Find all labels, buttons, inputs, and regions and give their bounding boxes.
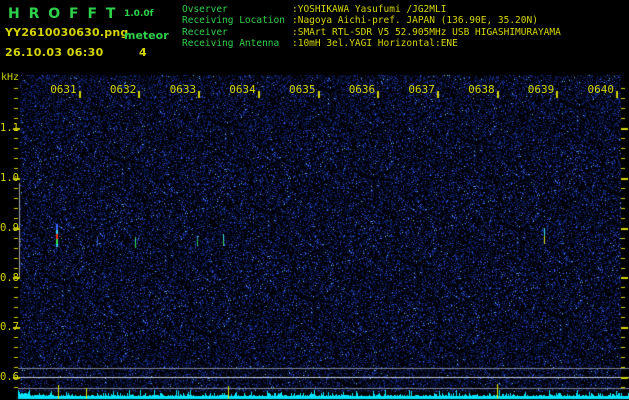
app-title: H R O F F T	[8, 6, 118, 22]
station-info-row: Receiving Location :Nagoya Aichi-pref. JA…	[182, 15, 561, 26]
freq-tick-label: 0.9	[0, 221, 19, 234]
freq-tick-label: 0.8	[0, 271, 19, 284]
time-tick-label: 0635	[289, 83, 316, 96]
time-tick-label: 0633	[169, 83, 197, 96]
time-tick-label: 0639	[527, 83, 555, 96]
station-info-row: Receiver :SMArt RTL-SDR V5 52.905MHz USB …	[182, 27, 561, 38]
station-info-label: Receiving Location	[182, 15, 285, 27]
station-info-value: :10mH 3el.YAGI Horizontal:ENE	[292, 37, 458, 49]
time-tick-label: 0640	[587, 83, 615, 96]
station-info-label: Ovserver	[182, 4, 228, 15]
mode-label: meteor	[124, 29, 169, 42]
station-info-label: Receiving Antenna	[182, 37, 280, 49]
time-tick-label: 0634	[229, 83, 256, 96]
freq-axis-unit-label: kHz	[1, 72, 20, 83]
time-tick-label: 0638	[468, 83, 495, 96]
meteor-count: 4	[139, 46, 147, 59]
freq-tick-label: 1.1	[0, 122, 19, 135]
spectrogram-canvas	[0, 0, 629, 400]
station-info-label: Receiver	[182, 26, 228, 38]
freq-tick-label: 0.6	[0, 371, 19, 383]
station-info-value: :SMArt RTL-SDR V5 52.905MHz USB HIGASHIM…	[292, 26, 561, 38]
station-info-block: Ovserver:YOSHIKAWA Yasufumi /JG2MLI Recei…	[182, 4, 561, 49]
time-tick-label: 0636	[348, 83, 376, 96]
time-tick-label: 0637	[408, 83, 435, 96]
hrofft-screen: H R O F F T 1.0.0f YY2610030630.png mete…	[0, 0, 629, 400]
station-info-value: :YOSHIKAWA Yasufumi /JG2MLI	[292, 4, 447, 15]
time-tick-label: 0631	[50, 83, 77, 96]
freq-tick-label: 0.7	[0, 321, 19, 334]
observation-datetime: 26.10.03 06:30	[5, 46, 104, 59]
station-info-row: Ovserver :YOSHIKAWA Yasufumi /JG2MLI	[182, 4, 561, 15]
time-tick-label: 0632	[109, 83, 137, 96]
station-info-value: :Nagoya Aichi-pref. JAPAN (136.90E, 35.2…	[292, 15, 538, 27]
output-filename: YY2610030630.png	[5, 26, 129, 39]
app-version: 1.0.0f	[124, 9, 154, 19]
freq-tick-label: 1.0	[0, 172, 19, 184]
station-info-row: Receiving Antenna :10mH 3el.YAGI Horizont…	[182, 38, 561, 49]
